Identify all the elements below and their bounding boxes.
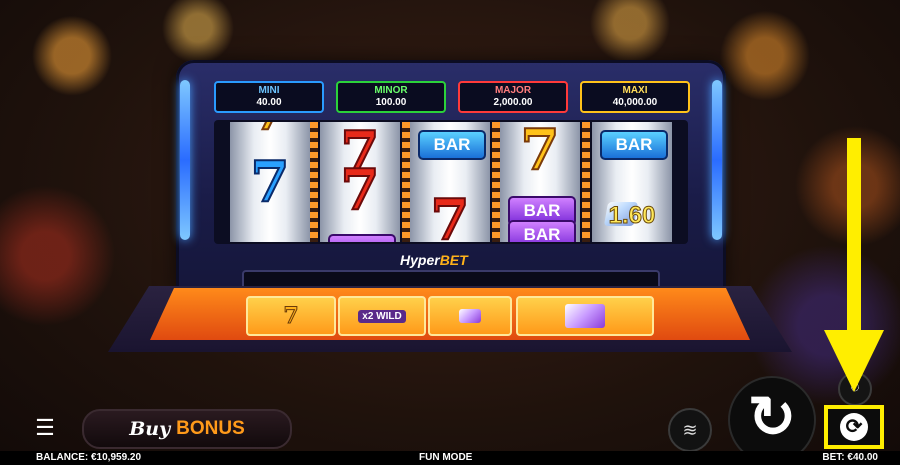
feature-tile-diamond-large — [516, 296, 654, 336]
spin-arrow-icon: ↻ — [747, 385, 797, 450]
right-light-pillar — [712, 80, 722, 240]
hyperbet-logo: HyperBET — [400, 252, 468, 268]
jackpot-mini-name: MINI — [258, 85, 280, 96]
symbol-red-seven: 7 — [430, 187, 471, 242]
bet-text: BET: €40.00 — [822, 452, 878, 463]
left-light-pillar — [180, 80, 190, 240]
reel-divider — [402, 122, 410, 242]
reel-3: BAR 7 — [410, 122, 490, 242]
symbol-blue-seven: 7 — [250, 149, 291, 215]
jackpot-major-name: MAJOR — [494, 85, 532, 96]
jackpot-minor-value: 100.00 — [375, 97, 407, 108]
symbol-purple-bar: BAR — [508, 220, 576, 242]
feature-tile-diamond — [428, 296, 512, 336]
buy-label: Buy — [129, 418, 171, 440]
symbol-gold-seven: 7 — [520, 122, 561, 183]
coin-stack-icon: ≋ — [682, 420, 698, 440]
reel-5: BAR 1.60 — [592, 122, 672, 242]
symbol-blue-bar: BAR — [600, 130, 668, 160]
autoplay-button[interactable]: ⟳ — [824, 405, 884, 449]
jackpot-minor: MINOR 100.00 — [336, 81, 446, 113]
jackpot-major-value: 2,000.00 — [493, 97, 533, 108]
feature-tile-seven: 7 — [246, 296, 336, 336]
status-bar: BALANCE: €10,959.20 FUN MODE BET: €40.00 — [0, 451, 900, 465]
diamond-icon — [565, 304, 605, 328]
reel-2: 7 7 BAR — [320, 122, 400, 242]
balance-text: BALANCE: €10,959.20 — [36, 452, 142, 463]
wild-x2-label: x2 WILD — [358, 309, 406, 323]
symbol-red-seven: 7 — [340, 157, 381, 223]
logo-part-2: BET — [439, 252, 468, 268]
jackpot-mini: MINI 40.00 — [214, 81, 324, 113]
highlight-arrow-head — [824, 330, 884, 392]
autoplay-refresh-icon: ⟳ — [840, 413, 868, 441]
mode-text: FUN MODE — [419, 452, 473, 463]
diamond-icon — [459, 309, 481, 323]
symbol-purple-bar: BAR — [328, 234, 396, 242]
reel-divider — [310, 122, 318, 242]
bonus-label: BONUS — [176, 418, 245, 439]
jackpot-mini-value: 40.00 — [256, 97, 282, 108]
symbol-gold-seven: 7 — [230, 122, 310, 139]
buy-bonus-button[interactable]: Buy BONUS — [82, 409, 292, 449]
jackpot-maxi: MAXI 40,000.00 — [580, 81, 690, 113]
multiplier-value: 1.60 — [608, 202, 656, 230]
reel-divider — [582, 122, 590, 242]
reel-1: 7 7 — [230, 122, 310, 242]
reel-divider — [492, 122, 500, 242]
symbol-blue-bar: BAR — [418, 130, 486, 160]
jackpot-minor-name: MINOR — [374, 85, 408, 96]
feature-tile-wild: x2 WILD — [338, 296, 426, 336]
bet-settings-button[interactable]: ≋ — [668, 408, 712, 452]
logo-part-1: Hyper — [400, 252, 440, 268]
hamburger-icon: ☰ — [35, 415, 55, 440]
jackpot-major: MAJOR 2,000.00 — [458, 81, 568, 113]
highlight-arrow-shaft — [847, 138, 861, 338]
jackpot-maxi-name: MAXI — [622, 85, 648, 96]
reel-4: 7 BAR BAR — [500, 122, 580, 242]
jackpot-maxi-value: 40,000.00 — [612, 97, 658, 108]
seven-icon: 7 — [283, 303, 299, 330]
menu-button[interactable]: ☰ — [26, 414, 64, 442]
